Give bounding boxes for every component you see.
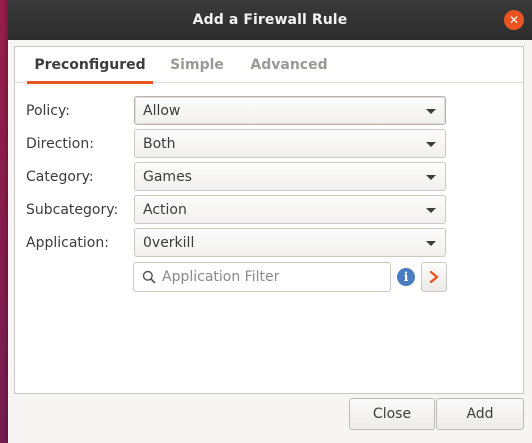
application-value: 0verkill [143, 234, 195, 251]
title-bar[interactable]: Add a Firewall Rule ✕ [8, 0, 532, 40]
dialog-content: Preconfigured Simple Advanced Policy: Al… [14, 46, 524, 394]
tab-advanced[interactable]: Advanced [247, 47, 331, 83]
subcategory-select[interactable]: Action [134, 195, 446, 224]
policy-value: Allow [143, 102, 181, 119]
dialog-window: Add a Firewall Rule ✕ Preconfigured Simp… [8, 0, 532, 443]
category-select[interactable]: Games [134, 162, 446, 191]
application-filter-input[interactable] [162, 269, 382, 285]
tab-simple[interactable]: Simple [165, 47, 229, 83]
tab-preconfigured[interactable]: Preconfigured [27, 47, 153, 84]
chevron-down-icon [426, 142, 436, 147]
close-button[interactable]: Close [349, 398, 435, 430]
tab-bar: Preconfigured Simple Advanced [15, 47, 523, 84]
chevron-down-icon [426, 208, 436, 213]
subcategory-value: Action [143, 201, 187, 218]
application-select[interactable]: 0verkill [134, 228, 446, 257]
direction-value: Both [143, 135, 176, 152]
add-button[interactable]: Add [436, 398, 524, 430]
chevron-down-icon [426, 175, 436, 180]
close-icon[interactable]: ✕ [504, 10, 524, 30]
category-value: Games [143, 168, 192, 185]
category-label: Category: [26, 169, 94, 185]
chevron-down-icon [426, 109, 436, 114]
subcategory-label: Subcategory: [26, 202, 119, 218]
direction-select[interactable]: Both [134, 129, 446, 158]
chevron-right-icon [429, 271, 439, 283]
go-button[interactable] [421, 262, 447, 292]
policy-label: Policy: [26, 103, 70, 119]
search-icon [142, 270, 156, 284]
application-label: Application: [26, 235, 109, 251]
direction-label: Direction: [26, 136, 94, 152]
chevron-down-icon [426, 241, 436, 246]
dialog-title: Add a Firewall Rule [192, 12, 348, 28]
policy-select[interactable]: Allow [134, 96, 446, 125]
info-icon[interactable]: i [397, 268, 415, 286]
application-filter[interactable] [133, 262, 391, 292]
